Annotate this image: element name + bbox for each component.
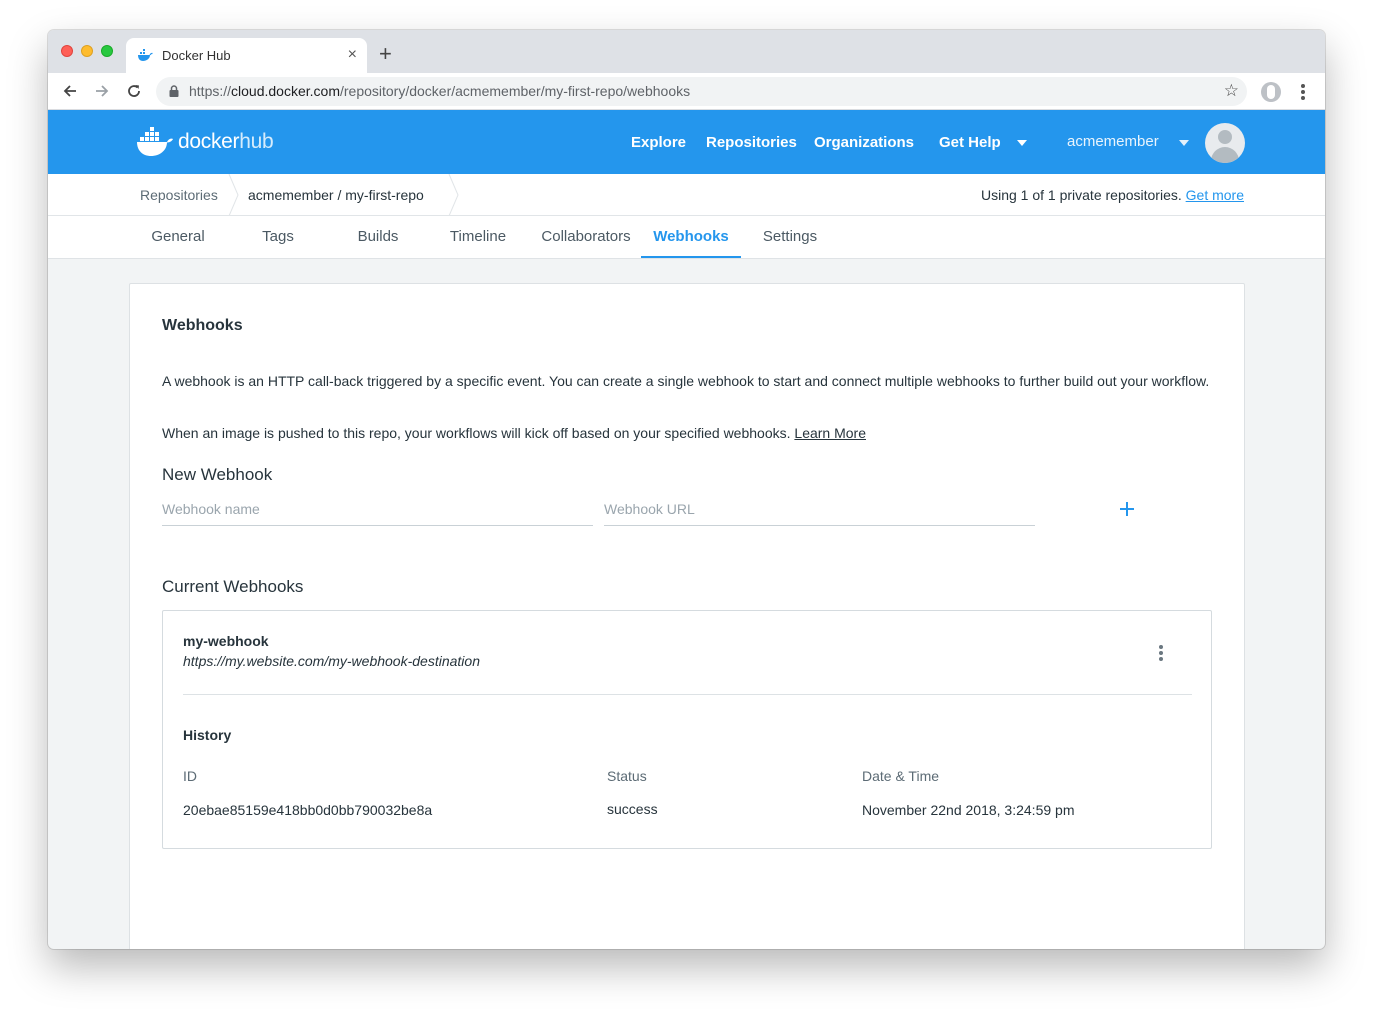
url-host: cloud.docker.com	[231, 83, 340, 99]
webhook-description-2: When an image is pushed to this repo, yo…	[162, 424, 1212, 443]
webhook-description: A webhook is an HTTP call-back triggered…	[162, 373, 1210, 389]
browser-menu-icon[interactable]	[1294, 82, 1312, 102]
nav-get-help[interactable]: Get Help	[939, 134, 1001, 151]
tab-tags[interactable]: Tags	[243, 216, 313, 258]
repo-tabs: General Tags Builds Timeline Collaborato…	[48, 216, 1325, 259]
history-row-id: 20ebae85159e418bb0d0bb790032be8a	[183, 802, 433, 818]
webhook-name-input[interactable]	[162, 494, 593, 517]
reload-button[interactable]	[122, 79, 146, 103]
history-col-id: ID	[183, 768, 197, 784]
webhook-url-field[interactable]	[604, 494, 1035, 526]
divider	[183, 694, 1192, 695]
breadcrumb-current-repo: acmemember / my-first-repo	[248, 187, 424, 203]
webhooks-card: Webhooks A webhook is an HTTP call-back …	[129, 283, 1245, 949]
docker-whale-icon	[137, 127, 173, 156]
history-col-status: Status	[607, 768, 647, 784]
webhook-url: https://my.website.com/my-webhook-destin…	[183, 653, 480, 669]
user-menu-caret-icon[interactable]	[1179, 140, 1189, 146]
new-webhook-title: New Webhook	[162, 465, 273, 484]
webhook-item: my-webhook https://my.website.com/my-web…	[162, 610, 1212, 849]
close-tab-icon[interactable]: ×	[348, 46, 357, 64]
tab-webhooks[interactable]: Webhooks	[641, 216, 741, 258]
logo-docker-text: docker	[178, 130, 240, 153]
get-more-link[interactable]: Get more	[1186, 187, 1244, 203]
forward-arrow-icon	[96, 85, 109, 97]
breadcrumb: Repositories acmemember / my-first-repo …	[48, 174, 1325, 216]
tab-collaborators[interactable]: Collaborators	[531, 216, 641, 258]
browser-tab-title: Docker Hub	[162, 48, 231, 63]
address-bar[interactable]: https://cloud.docker.com/repository/dock…	[156, 77, 1247, 106]
bookmark-star-icon[interactable]: ☆	[1224, 82, 1239, 100]
learn-more-link[interactable]: Learn More	[794, 425, 866, 441]
breadcrumb-separator-icon	[448, 174, 459, 216]
current-webhooks-title: Current Webhooks	[162, 577, 304, 596]
url-text: https://cloud.docker.com/repository/dock…	[189, 83, 690, 99]
docker-favicon-icon	[138, 49, 153, 61]
logo-hub-text: hub	[239, 130, 274, 153]
user-menu[interactable]: acmemember	[1067, 133, 1159, 150]
tab-timeline[interactable]: Timeline	[438, 216, 518, 258]
history-row-status: success	[607, 801, 658, 817]
reload-icon	[128, 85, 140, 97]
minimize-window-button[interactable]	[81, 45, 93, 57]
back-arrow-icon	[63, 85, 76, 97]
history-title: History	[183, 727, 232, 743]
browser-profile-icon[interactable]	[1261, 82, 1281, 102]
browser-tab-docker-hub[interactable]: Docker Hub ×	[126, 38, 367, 73]
webhook-url-input[interactable]	[604, 494, 1035, 517]
page-title: Webhooks	[162, 317, 243, 334]
dockerhub-logo[interactable]: dockerhub	[136, 124, 274, 160]
avatar[interactable]	[1205, 123, 1245, 163]
breadcrumb-repositories[interactable]: Repositories	[140, 187, 218, 203]
history-row-datetime: November 22nd 2018, 3:24:59 pm	[862, 802, 1075, 818]
new-tab-button[interactable]: +	[379, 43, 392, 65]
tab-general[interactable]: General	[138, 216, 218, 258]
webhook-name-field[interactable]	[162, 494, 593, 526]
breadcrumb-separator-icon	[228, 174, 239, 216]
dockerhub-logo-text: dockerhub	[178, 130, 274, 154]
history-col-datetime: Date & Time	[862, 768, 940, 784]
tab-builds[interactable]: Builds	[343, 216, 413, 258]
browser-window: Docker Hub × + https://cloud.docker.com/…	[48, 30, 1325, 949]
url-path: /repository/docker/acmemember/my-first-r…	[339, 83, 691, 99]
browser-tabstrip: Docker Hub × +	[48, 30, 1325, 73]
lock-icon	[169, 85, 179, 97]
webhook-name: my-webhook	[183, 633, 269, 649]
dockerhub-header: dockerhub Explore Repositories Organizat…	[48, 110, 1325, 174]
add-webhook-icon[interactable]	[1115, 497, 1139, 521]
nav-organizations[interactable]: Organizations	[814, 134, 914, 151]
nav-repositories[interactable]: Repositories	[706, 134, 797, 151]
private-repo-usage: Using 1 of 1 private repositories. Get m…	[981, 187, 1244, 203]
usage-text: Using 1 of 1 private repositories.	[980, 187, 1182, 203]
back-button[interactable]	[58, 79, 82, 103]
browser-toolbar: https://cloud.docker.com/repository/dock…	[48, 73, 1325, 110]
close-window-button[interactable]	[61, 45, 73, 57]
tab-settings[interactable]: Settings	[755, 216, 825, 258]
nav-explore[interactable]: Explore	[631, 134, 686, 151]
webhook-menu-icon[interactable]	[1156, 645, 1166, 665]
webhook-description-2-text: When an image is pushed to this repo, yo…	[162, 425, 791, 441]
forward-button[interactable]	[90, 79, 114, 103]
url-scheme: https://	[189, 83, 232, 99]
get-help-caret-icon[interactable]	[1017, 140, 1027, 146]
maximize-window-button[interactable]	[101, 45, 113, 57]
